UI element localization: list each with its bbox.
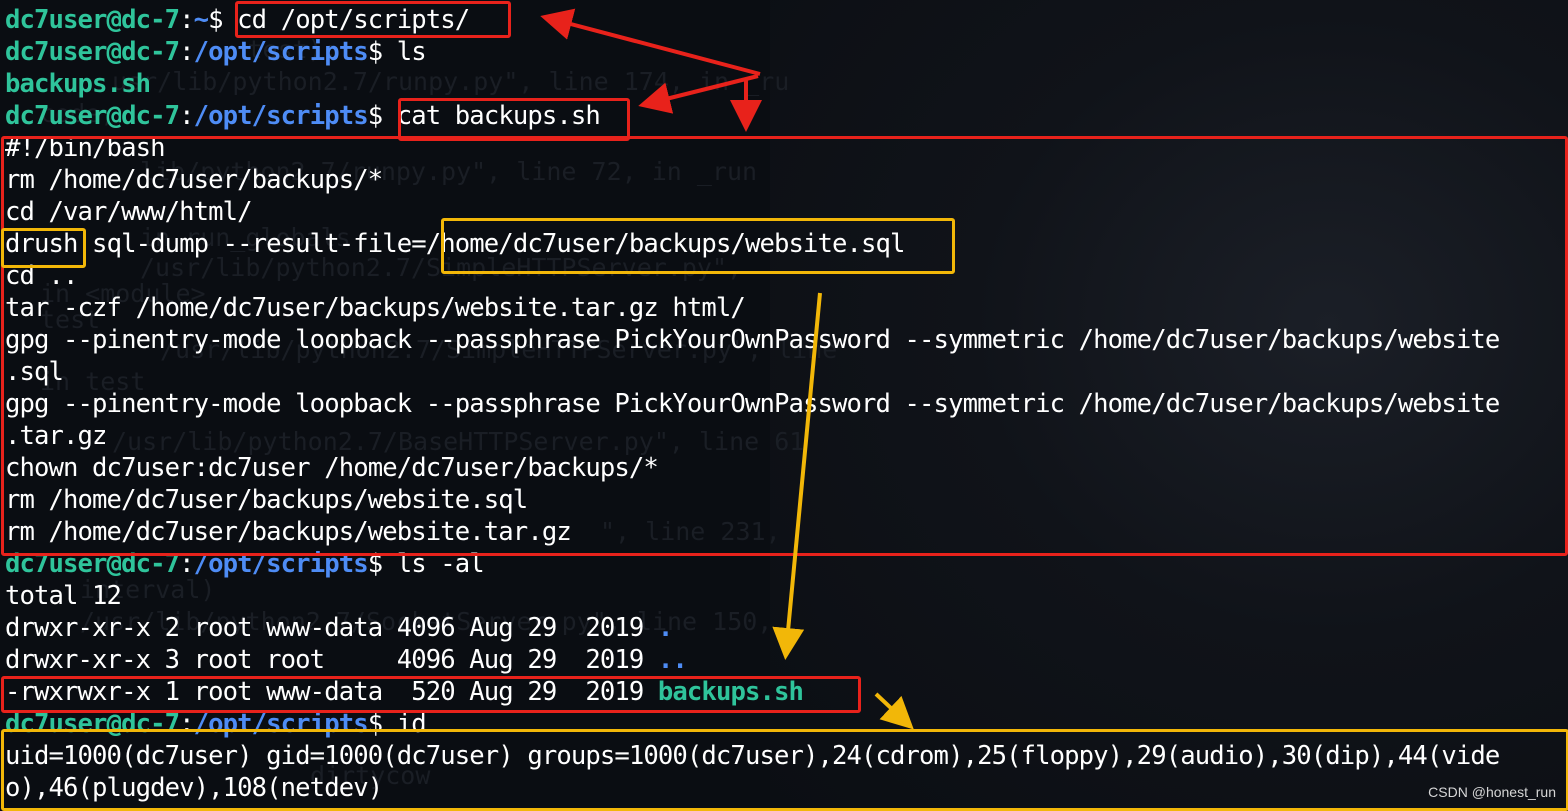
red-arrow bbox=[540, 8, 761, 76]
watermark: CSDN @honest_run bbox=[1428, 784, 1556, 800]
yellow-arrow bbox=[874, 692, 914, 730]
red-arrow bbox=[638, 74, 759, 114]
annotation-arrows bbox=[540, 8, 914, 730]
yellow-arrows bbox=[772, 292, 914, 730]
yellow-arrow bbox=[772, 292, 822, 660]
red-arrows bbox=[540, 8, 762, 132]
